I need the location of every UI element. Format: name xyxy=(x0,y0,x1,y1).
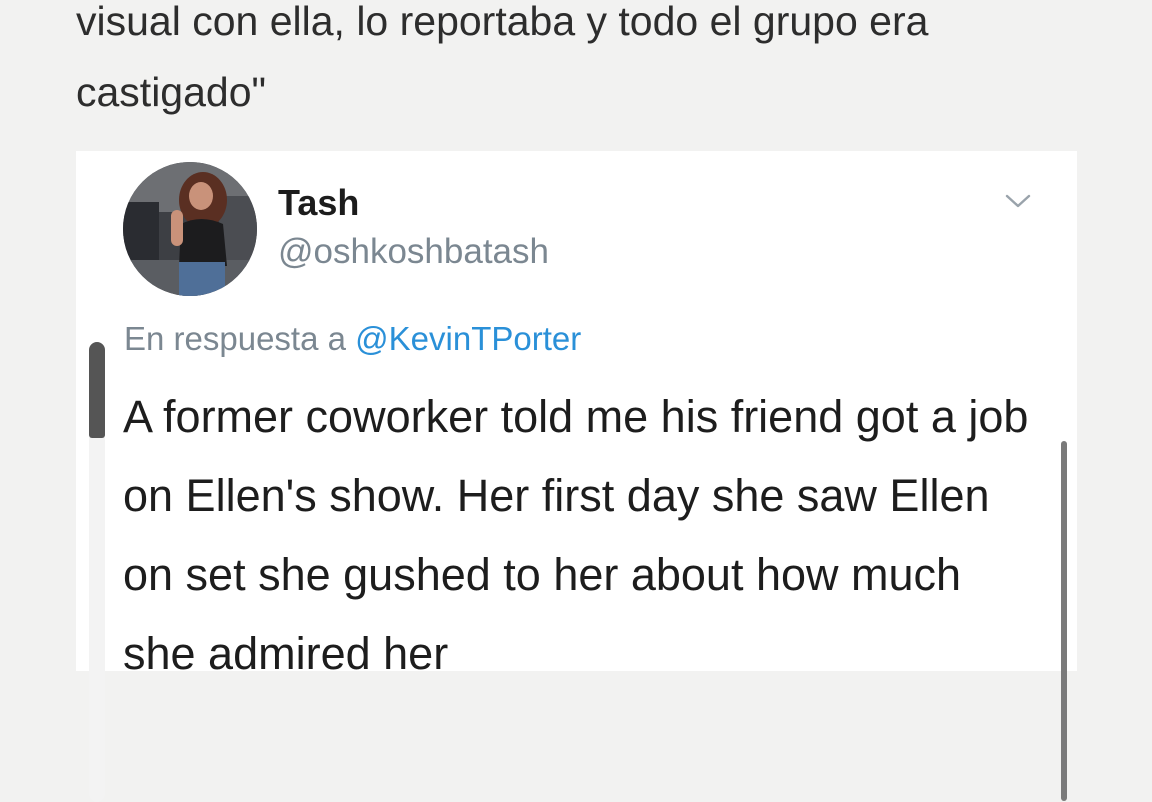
avatar-photo xyxy=(123,162,257,296)
tweet-text: A former coworker told me his friend got… xyxy=(123,391,1029,679)
reply-prefix: En respuesta a xyxy=(124,320,346,357)
chevron-down-icon[interactable] xyxy=(1002,189,1034,213)
scrollbar-right[interactable] xyxy=(1061,441,1067,801)
avatar[interactable] xyxy=(123,162,257,296)
reply-context: En respuesta a @KevinTPorter xyxy=(124,317,581,361)
display-name[interactable]: Tash xyxy=(278,181,359,225)
reply-mention-link[interactable]: @KevinTPorter xyxy=(355,320,581,357)
handle[interactable]: @oshkoshbatash xyxy=(278,230,549,274)
embedded-tweet[interactable]: Tash @oshkoshbatash En respuesta a @Kevi… xyxy=(76,151,1077,802)
article-text: visual con ella, lo reportaba y todo el … xyxy=(76,0,929,115)
scrollbar-thumb[interactable] xyxy=(89,342,105,438)
